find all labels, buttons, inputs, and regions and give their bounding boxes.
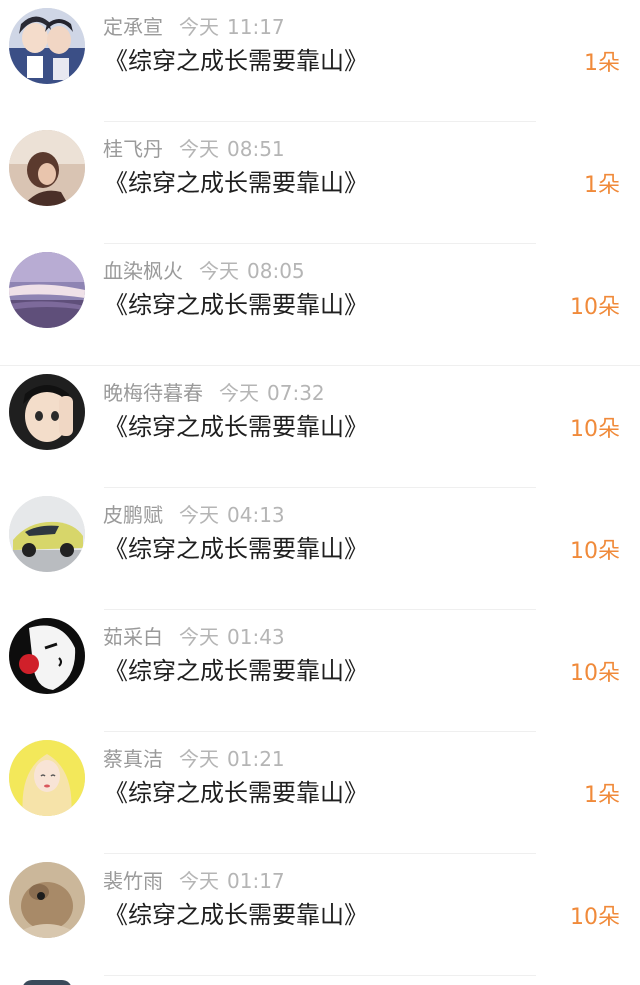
list-item[interactable]: 血染枫火 今天 08:05 《综穿之成长需要靠山》 10朵 <box>0 244 640 366</box>
user-avatar[interactable] <box>9 130 85 206</box>
record-time: 11:17 <box>227 15 285 39</box>
user-name[interactable]: 血染枫火 <box>103 259 183 283</box>
book-title[interactable]: 《综穿之成长需要靠山》 <box>104 407 368 447</box>
book-title[interactable]: 《综穿之成长需要靠山》 <box>104 895 368 935</box>
list-item[interactable]: 茹采白 今天 01:43 《综穿之成长需要靠山》 10朵 <box>0 610 640 732</box>
record-day: 今天 <box>179 625 219 649</box>
flower-count: 10朵 <box>570 295 620 320</box>
user-avatar[interactable] <box>9 496 85 572</box>
book-title[interactable]: 《综穿之成长需要靠山》 <box>104 773 368 813</box>
book-title[interactable]: 《综穿之成长需要靠山》 <box>104 285 368 325</box>
record-time: 01:21 <box>227 747 285 771</box>
list-item[interactable]: 皮鹏赋 今天 04:13 《综穿之成长需要靠山》 10朵 <box>0 488 640 610</box>
record-meta: 裴竹雨 今天 01:17 <box>103 867 285 895</box>
record-day: 今天 <box>179 503 219 527</box>
user-avatar[interactable] <box>9 862 85 938</box>
user-name[interactable]: 裴竹雨 <box>103 869 163 893</box>
record-meta: 血染枫火 今天 08:05 <box>103 257 305 285</box>
record-meta: 定承宣 今天 11:17 <box>103 13 285 41</box>
record-meta: 茹采白 今天 01:43 <box>103 623 285 651</box>
record-time: 08:51 <box>227 137 285 161</box>
flower-count: 1朵 <box>584 783 620 808</box>
user-name[interactable]: 定承宣 <box>103 15 163 39</box>
list-item[interactable]: 裴竹雨 今天 01:17 《综穿之成长需要靠山》 10朵 <box>0 854 640 976</box>
list-item[interactable]: 定承宣 今天 11:17 《综穿之成长需要靠山》 1朵 <box>0 0 640 122</box>
list-item[interactable]: 桂飞丹 今天 08:51 《综穿之成长需要靠山》 1朵 <box>0 122 640 244</box>
book-title[interactable]: 《综穿之成长需要靠山》 <box>104 529 368 569</box>
user-name[interactable]: 晚梅待暮春 <box>103 381 203 405</box>
list-item[interactable]: 蔡真洁 今天 01:21 《综穿之成长需要靠山》 1朵 <box>0 732 640 854</box>
flower-count: 10朵 <box>570 417 620 442</box>
flower-count: 10朵 <box>570 539 620 564</box>
record-time: 01:17 <box>227 869 285 893</box>
flower-count: 1朵 <box>584 173 620 198</box>
gift-record-list: 定承宣 今天 11:17 《综穿之成长需要靠山》 1朵 桂飞丹 今天 08:51 《综穿… <box>0 0 640 985</box>
book-title[interactable]: 《综穿之成长需要靠山》 <box>104 651 368 691</box>
user-name[interactable]: 皮鹏赋 <box>103 503 163 527</box>
record-time: 08:05 <box>247 259 305 283</box>
record-time: 04:13 <box>227 503 285 527</box>
record-day: 今天 <box>179 137 219 161</box>
book-title[interactable]: 《综穿之成长需要靠山》 <box>104 41 368 81</box>
user-name[interactable]: 蔡真洁 <box>103 747 163 771</box>
record-meta: 皮鹏赋 今天 04:13 <box>103 501 285 529</box>
record-day: 今天 <box>219 381 259 405</box>
record-time: 01:43 <box>227 625 285 649</box>
record-meta: 晚梅待暮春 今天 07:32 <box>103 379 325 407</box>
user-name[interactable]: 茹采白 <box>103 625 163 649</box>
list-item[interactable]: 晚梅待暮春 今天 07:32 《综穿之成长需要靠山》 10朵 <box>0 366 640 488</box>
user-avatar[interactable] <box>9 618 85 694</box>
user-avatar[interactable] <box>9 252 85 328</box>
next-user-avatar[interactable] <box>22 980 72 985</box>
user-avatar[interactable] <box>9 374 85 450</box>
record-time: 07:32 <box>267 381 325 405</box>
user-avatar[interactable] <box>9 740 85 816</box>
record-meta: 蔡真洁 今天 01:21 <box>103 745 285 773</box>
record-day: 今天 <box>179 15 219 39</box>
user-name[interactable]: 桂飞丹 <box>103 137 163 161</box>
user-avatar[interactable] <box>9 8 85 84</box>
record-day: 今天 <box>179 747 219 771</box>
flower-count: 10朵 <box>570 661 620 686</box>
record-meta: 桂飞丹 今天 08:51 <box>103 135 285 163</box>
row-divider <box>104 975 536 976</box>
record-day: 今天 <box>199 259 239 283</box>
book-title[interactable]: 《综穿之成长需要靠山》 <box>104 163 368 203</box>
flower-count: 10朵 <box>570 905 620 930</box>
flower-count: 1朵 <box>584 51 620 76</box>
record-day: 今天 <box>179 869 219 893</box>
